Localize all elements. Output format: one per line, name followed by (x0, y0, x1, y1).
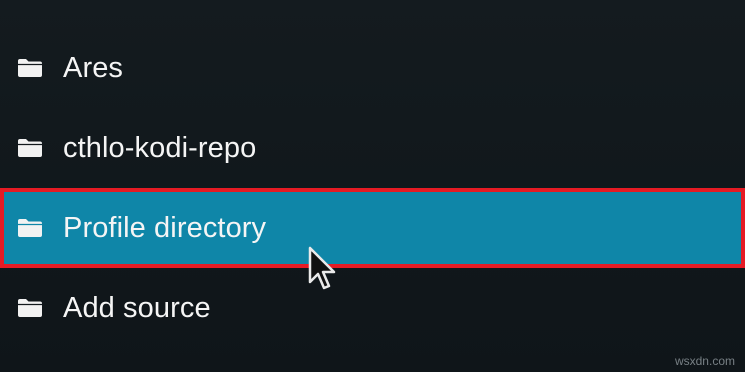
source-item-ares[interactable]: Ares (0, 28, 745, 108)
mouse-pointer-icon (308, 246, 338, 292)
source-item-cthlo-kodi-repo[interactable]: cthlo-kodi-repo (0, 108, 745, 188)
source-label: Ares (63, 52, 124, 84)
folder-icon (17, 58, 43, 78)
folder-icon (17, 218, 43, 238)
source-item-profile-directory[interactable]: Profile directory (0, 188, 745, 268)
source-label: Add source (63, 292, 211, 324)
folder-icon (17, 138, 43, 158)
source-item-add-source[interactable]: Add source (0, 268, 745, 348)
watermark: wsxdn.com (674, 354, 735, 368)
source-label: Profile directory (63, 212, 267, 244)
source-label: cthlo-kodi-repo (63, 132, 257, 164)
folder-icon (17, 298, 43, 318)
source-list: Ares cthlo-kodi-repo Profile directory A… (0, 28, 745, 348)
